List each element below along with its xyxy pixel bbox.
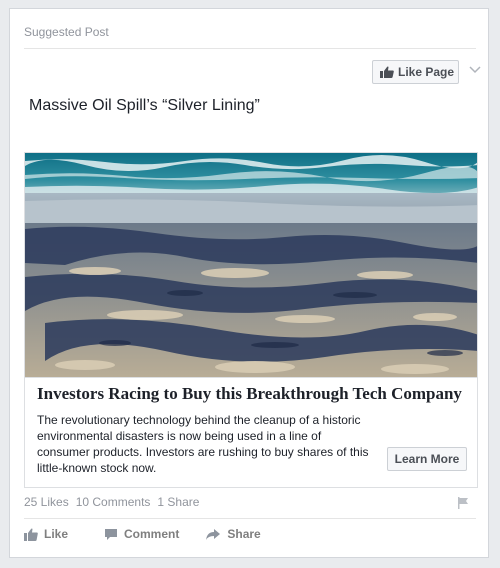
post-image-oil-spill-beach[interactable]: [24, 152, 478, 378]
header-divider: [24, 48, 476, 49]
ad-title[interactable]: Investors Racing to Buy this Breakthroug…: [37, 384, 462, 404]
engagement-stats: 25 Likes 10 Comments 1 Share: [24, 495, 199, 509]
suggested-post-label: Suggested Post: [24, 25, 109, 39]
like-action-button[interactable]: Like: [24, 527, 68, 541]
comment-icon: [105, 528, 118, 540]
flag-icon[interactable]: [457, 496, 469, 509]
comment-action-label: Comment: [124, 527, 180, 541]
comments-count[interactable]: 10 Comments: [76, 495, 151, 509]
like-page-label: Like Page: [398, 65, 455, 79]
ad-link-preview[interactable]: Investors Racing to Buy this Breakthroug…: [24, 378, 478, 488]
share-action-button[interactable]: Share: [205, 527, 261, 541]
actions-divider: [24, 518, 476, 519]
post-actions-bar: Like Comment Share: [24, 527, 261, 541]
likes-count[interactable]: 25 Likes: [24, 495, 69, 509]
thumbs-up-icon: [380, 66, 394, 78]
post-headline: Massive Oil Spill’s “Silver Lining”: [29, 97, 260, 114]
like-action-label: Like: [44, 527, 69, 541]
share-action-label: Share: [227, 527, 261, 541]
comment-action-button[interactable]: Comment: [104, 527, 179, 541]
thumbs-up-icon: [24, 528, 38, 541]
ad-description: The revolutionary technology behind the …: [37, 413, 369, 475]
learn-more-button[interactable]: Learn More: [387, 447, 467, 471]
shares-count[interactable]: 1 Share: [157, 495, 199, 509]
like-page-button[interactable]: Like Page: [372, 60, 459, 84]
suggested-post-card: Suggested Post Like Page Massive Oil Spi…: [9, 8, 489, 558]
chevron-down-icon[interactable]: [468, 62, 482, 74]
share-arrow-icon: [206, 528, 221, 540]
